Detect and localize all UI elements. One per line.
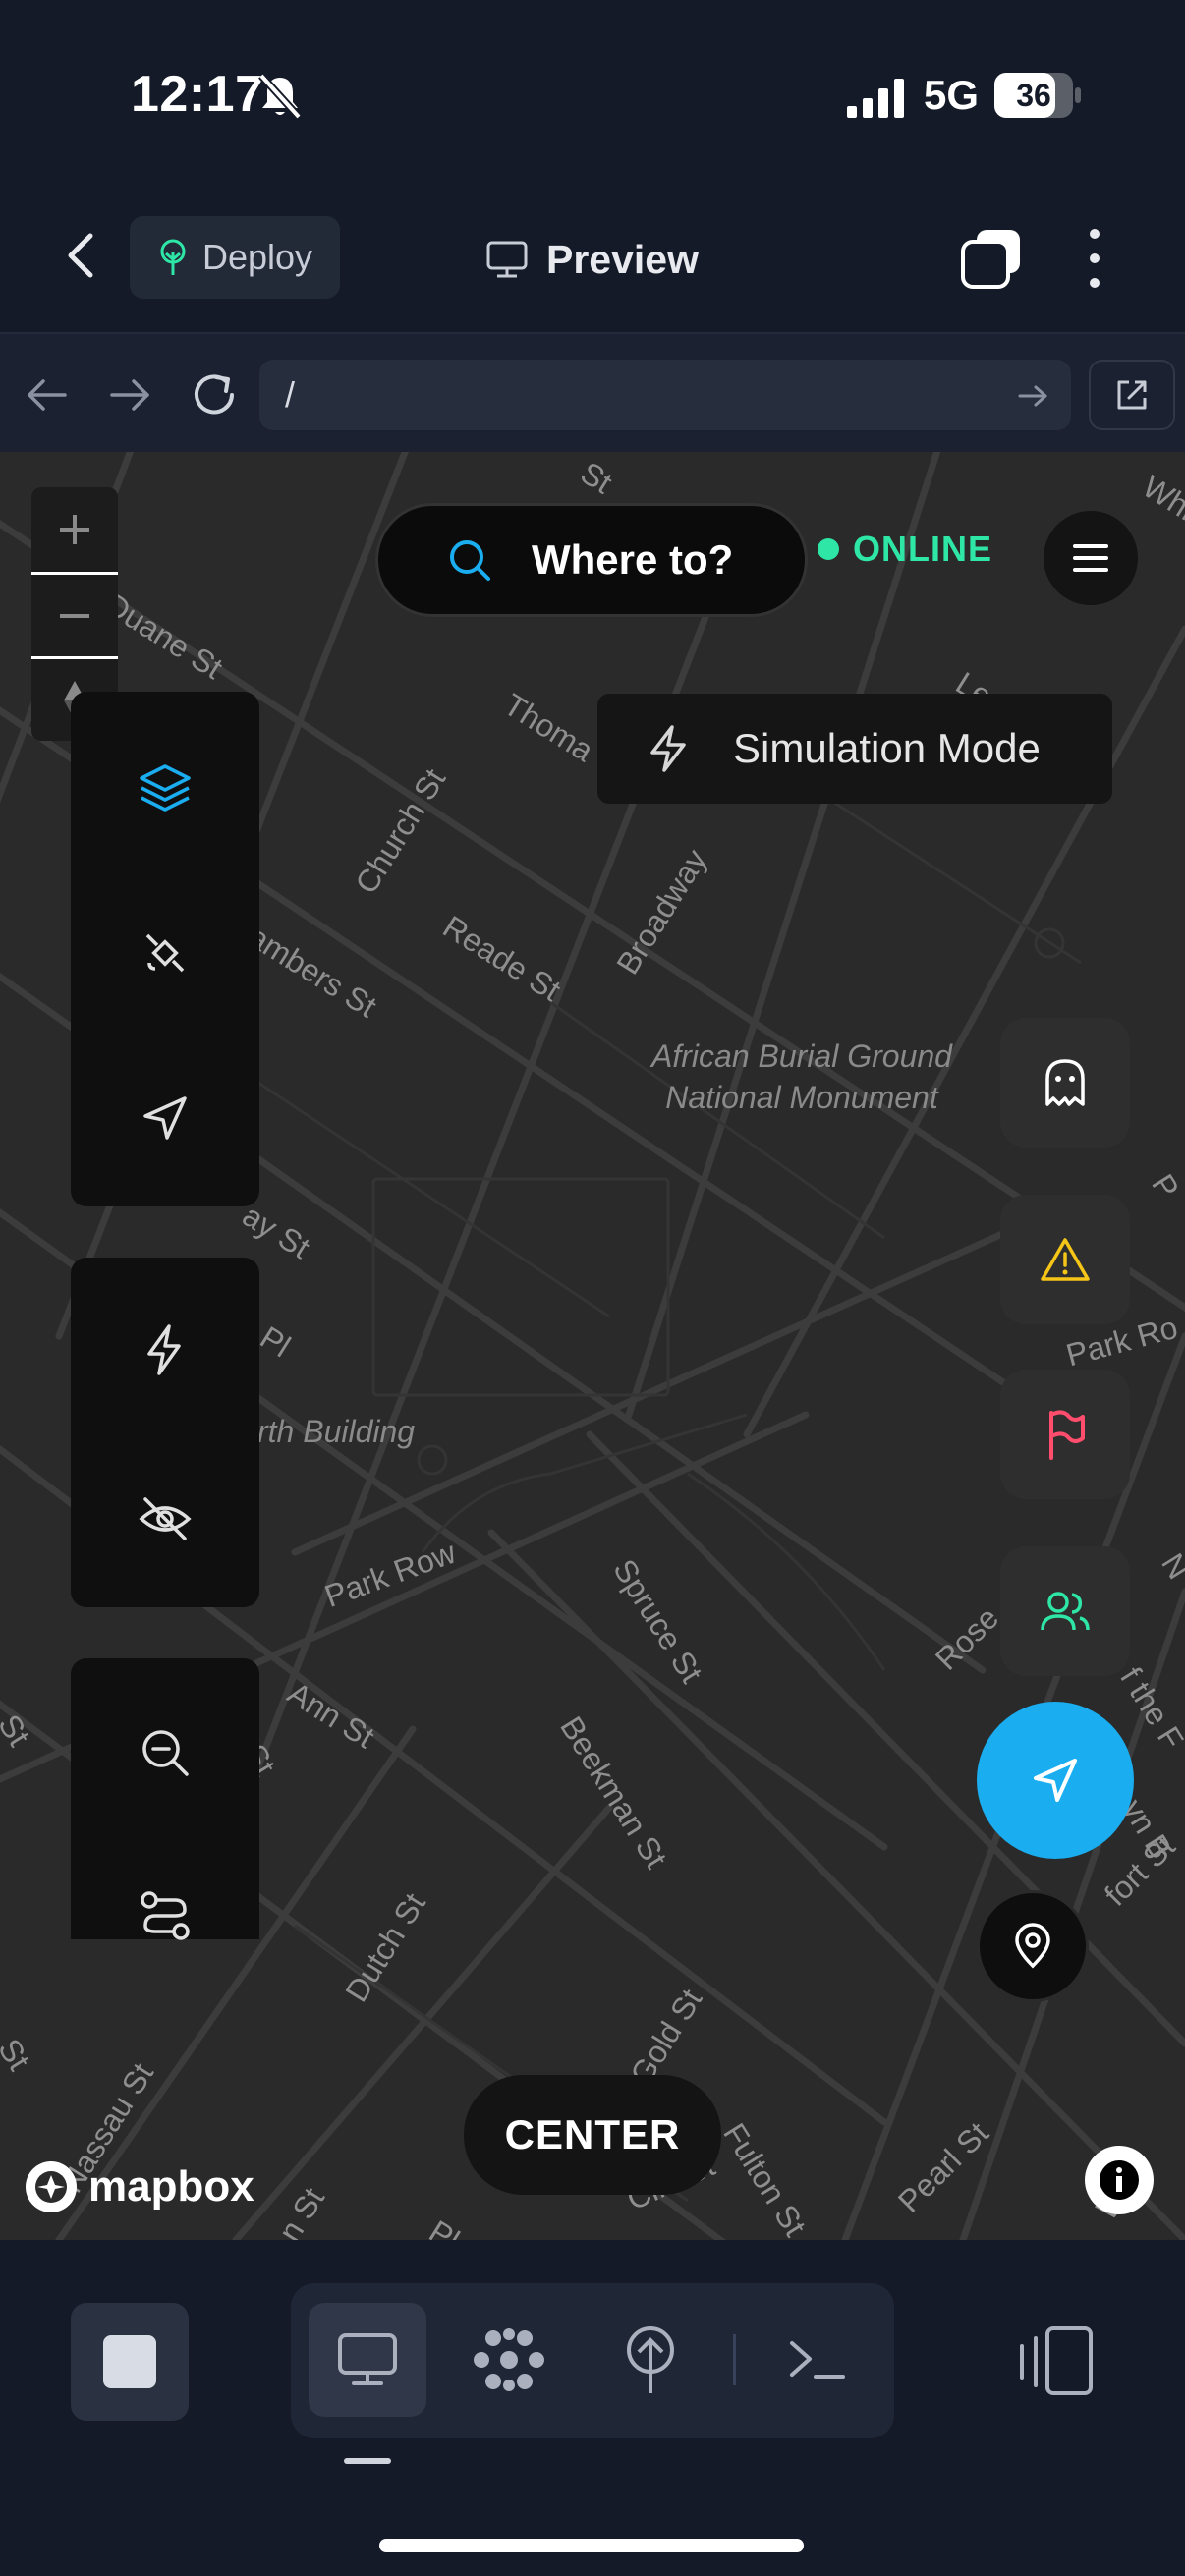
deploy-label: Deploy bbox=[202, 237, 313, 277]
mapbox-icon bbox=[26, 2161, 77, 2212]
stop-button[interactable] bbox=[71, 2303, 189, 2421]
ghost-icon bbox=[1045, 1059, 1085, 1106]
mapbox-label: mapbox bbox=[88, 2162, 254, 2211]
monitor-icon bbox=[338, 2333, 397, 2385]
alert-icon bbox=[1041, 1238, 1090, 1281]
plus-icon bbox=[60, 515, 89, 544]
home-indicator[interactable] bbox=[379, 2539, 804, 2552]
eye-off-icon[interactable] bbox=[136, 1489, 195, 1548]
simulation-mode-banner[interactable]: Simulation Mode bbox=[597, 694, 1112, 804]
preview-title[interactable]: Preview bbox=[485, 228, 699, 291]
mapbox-logo: mapbox bbox=[22, 2157, 254, 2216]
more-vertical-icon[interactable] bbox=[1075, 224, 1114, 293]
active-tab-indicator bbox=[344, 2458, 391, 2464]
zoom-divider bbox=[31, 656, 118, 659]
map-tools-group-3 bbox=[71, 1658, 259, 1940]
chevron-left-icon[interactable] bbox=[51, 224, 114, 287]
url-text: / bbox=[285, 374, 296, 415]
where-to-search[interactable]: Where to? bbox=[375, 503, 808, 617]
network-type: 5G bbox=[924, 72, 980, 118]
arrow-right-small-icon[interactable] bbox=[1016, 379, 1049, 413]
zoom-in-button[interactable] bbox=[31, 487, 118, 572]
menu-button[interactable] bbox=[1044, 511, 1138, 605]
flag-icon bbox=[1049, 1410, 1085, 1460]
hamburger-icon bbox=[1073, 544, 1108, 572]
lightning-icon[interactable] bbox=[136, 1320, 195, 1379]
lightning-icon bbox=[650, 725, 686, 772]
reload-icon[interactable] bbox=[187, 367, 242, 422]
route-icon[interactable] bbox=[136, 1886, 195, 1945]
ghost-mode-button[interactable] bbox=[1000, 1018, 1130, 1148]
zoom-out-button[interactable] bbox=[31, 576, 118, 656]
attribution-info-button[interactable] bbox=[1085, 2146, 1154, 2214]
battery-level: 36 bbox=[1016, 78, 1051, 113]
view-preview-tab[interactable] bbox=[309, 2303, 426, 2417]
users-button[interactable] bbox=[1000, 1546, 1130, 1676]
tabs-icon[interactable] bbox=[961, 228, 1022, 289]
online-label: ONLINE bbox=[853, 529, 993, 569]
flower-icon bbox=[474, 2328, 544, 2391]
open-external-button[interactable] bbox=[1089, 360, 1175, 430]
arrow-right-icon[interactable] bbox=[106, 371, 153, 419]
deploy-button[interactable]: Deploy bbox=[130, 216, 340, 299]
monitor-icon bbox=[486, 241, 528, 278]
start-navigation-button[interactable] bbox=[977, 1702, 1134, 1859]
info-icon bbox=[1100, 2160, 1139, 2200]
simulation-label: Simulation Mode bbox=[733, 725, 1041, 771]
map-tools-group-1 bbox=[71, 692, 259, 1206]
online-status: ONLINE bbox=[818, 529, 992, 570]
poi-building: rth Building bbox=[257, 1414, 416, 1449]
tree-icon bbox=[160, 239, 186, 275]
signal-icon bbox=[847, 79, 904, 118]
view-deploy-tab[interactable] bbox=[592, 2303, 709, 2417]
preview-label: Preview bbox=[546, 236, 699, 282]
map-pin-icon bbox=[1015, 1923, 1050, 1969]
zoom-divider bbox=[31, 572, 118, 575]
hazard-report-button[interactable] bbox=[1000, 1195, 1130, 1324]
view-terminal-tab[interactable] bbox=[759, 2303, 876, 2417]
flag-report-button[interactable] bbox=[1000, 1370, 1130, 1499]
satellite-icon[interactable] bbox=[136, 924, 195, 982]
view-agents-tab[interactable] bbox=[450, 2303, 568, 2417]
devices-icon[interactable] bbox=[1008, 2323, 1102, 2401]
status-time: 12:17 bbox=[131, 66, 264, 123]
search-label: Where to? bbox=[532, 536, 734, 583]
poi-line-2: National Monument bbox=[665, 1080, 938, 1115]
layers-icon[interactable] bbox=[136, 758, 195, 817]
poi-african-burial-ground: African Burial Ground National Monument bbox=[615, 1036, 988, 1118]
users-icon bbox=[1041, 1592, 1090, 1631]
center-button[interactable]: CENTER bbox=[464, 2075, 721, 2195]
map-tools-group-2 bbox=[71, 1258, 259, 1607]
terminal-icon bbox=[790, 2341, 845, 2379]
status-dot bbox=[818, 538, 839, 560]
bell-off-icon bbox=[258, 73, 302, 120]
zoom-out-icon[interactable] bbox=[136, 1723, 195, 1782]
battery-icon: 36 bbox=[994, 73, 1081, 118]
external-link-icon bbox=[1117, 380, 1147, 410]
drop-pin-button[interactable] bbox=[977, 1890, 1089, 2002]
minus-icon bbox=[60, 614, 89, 618]
navigation-icon[interactable] bbox=[136, 1089, 195, 1148]
deploy-icon bbox=[627, 2326, 674, 2393]
poi-line-1: African Burial Ground bbox=[651, 1038, 952, 1074]
segment-divider bbox=[733, 2334, 736, 2385]
stop-icon bbox=[103, 2335, 156, 2388]
search-icon bbox=[450, 540, 490, 581]
arrow-left-icon[interactable] bbox=[24, 371, 71, 419]
navigation-icon bbox=[1034, 1759, 1077, 1802]
url-input[interactable]: / bbox=[259, 360, 1071, 430]
